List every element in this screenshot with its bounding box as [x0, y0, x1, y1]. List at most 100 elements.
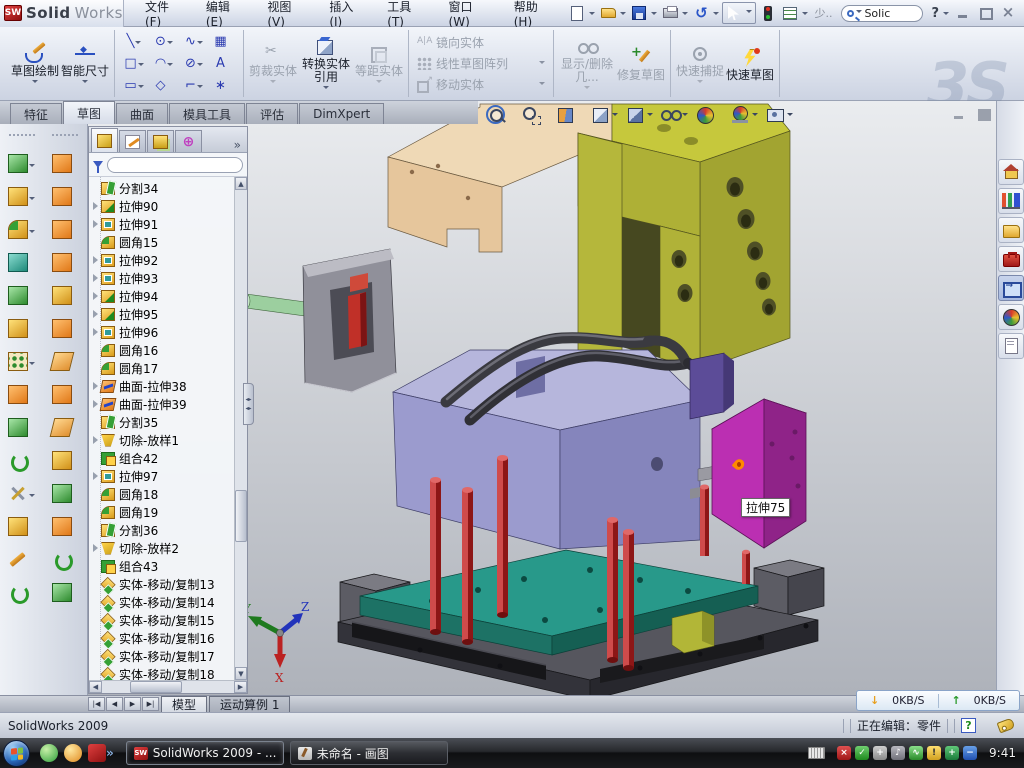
mirror-feature-icon[interactable]: [8, 416, 35, 438]
expand-arrow-icon[interactable]: [93, 472, 98, 480]
custom-properties-icon[interactable]: [998, 333, 1024, 359]
dropdown-icon[interactable]: [647, 113, 653, 119]
repair-sketch-button[interactable]: 修复草图: [616, 46, 666, 82]
wrap-icon[interactable]: [8, 383, 35, 405]
select-arrow-icon[interactable]: [723, 3, 743, 23]
quick-tips-icon[interactable]: ?: [961, 718, 976, 733]
tree-vertical-scrollbar[interactable]: ▲ ▼: [234, 177, 247, 680]
fillet-icon[interactable]: [8, 218, 35, 240]
lofted-boss-icon[interactable]: [52, 251, 79, 273]
curve-icon[interactable]: [8, 449, 35, 471]
shield-plus-icon[interactable]: +: [945, 746, 959, 760]
selection-frame-icon[interactable]: ▦: [209, 31, 239, 53]
doc-minimize-button[interactable]: [952, 107, 968, 121]
linear-pattern-icon[interactable]: [8, 350, 35, 372]
dropdown-icon[interactable]: [29, 197, 35, 203]
menu-item[interactable]: 编辑(E): [193, 0, 254, 26]
dimxpert-manager-tab[interactable]: ⊕: [175, 130, 202, 152]
start-button[interactable]: [3, 740, 30, 767]
dropdown-icon[interactable]: [682, 113, 688, 119]
input-method-keyboard-icon[interactable]: [808, 747, 825, 759]
search-input[interactable]: Solic: [864, 7, 890, 20]
sketch-button[interactable]: 草图绘制: [10, 42, 60, 86]
linear-sketch-pattern-button[interactable]: 线性草图阵列: [417, 54, 545, 73]
freeform-icon[interactable]: [52, 317, 79, 339]
menu-item[interactable]: 插入(I): [316, 0, 374, 26]
tree-item[interactable]: 圆角15: [89, 233, 234, 251]
sketch-pencil-icon[interactable]: [8, 548, 35, 570]
sketch-text-icon[interactable]: A: [209, 53, 239, 75]
extruded-cut-icon[interactable]: [8, 185, 35, 207]
view-settings-icon[interactable]: [766, 105, 793, 124]
view-orientation-icon[interactable]: [591, 105, 618, 124]
sketch-arc-icon[interactable]: ◠: [149, 53, 179, 75]
design-library-icon[interactable]: [998, 217, 1024, 243]
scroll-right-icon[interactable]: ▶: [234, 681, 247, 693]
expand-arrow-icon[interactable]: [93, 328, 98, 336]
expand-arrow-icon[interactable]: [93, 382, 98, 390]
messenger-busy-icon[interactable]: −: [963, 746, 977, 760]
feature-manager-tab[interactable]: [91, 128, 118, 152]
dropdown-icon[interactable]: [167, 41, 173, 47]
dropdown-icon[interactable]: [29, 164, 35, 170]
tree-item[interactable]: 拉伸96: [89, 323, 234, 341]
menu-item[interactable]: 帮助(H): [501, 0, 564, 26]
tree-item[interactable]: 曲面-拉伸38: [89, 377, 234, 395]
extruded-boss-icon[interactable]: [8, 152, 35, 174]
dropdown-icon[interactable]: [539, 82, 545, 88]
command-tab[interactable]: 草图: [63, 101, 115, 124]
sketch-rectangle-icon[interactable]: □: [119, 53, 149, 75]
tree-item[interactable]: 切除-放样2: [89, 539, 234, 557]
dropdown-icon[interactable]: [752, 113, 758, 119]
tree-item[interactable]: 分割34: [89, 179, 234, 197]
dropdown-icon[interactable]: [29, 494, 35, 500]
move-entities-button[interactable]: 移动实体: [417, 75, 545, 94]
print-icon[interactable]: [660, 3, 680, 23]
tree-item[interactable]: 圆角19: [89, 503, 234, 521]
hide-show-items-icon[interactable]: [661, 105, 688, 124]
study-tab[interactable]: 模型: [161, 696, 207, 712]
tree-item[interactable]: 实体-移动/复制13: [89, 575, 234, 593]
dropdown-icon[interactable]: [29, 230, 35, 236]
menu-item[interactable]: 窗口(W): [436, 0, 501, 26]
panel-splitter-handle[interactable]: ◂▸◂▸: [243, 383, 254, 425]
scroll-left-icon[interactable]: ◀: [89, 681, 102, 693]
sketch-circle-icon[interactable]: ⊙: [149, 31, 179, 53]
search-dropdown-icon[interactable]: [856, 10, 862, 16]
sketch-line-icon[interactable]: ╲: [119, 31, 149, 53]
tree-item[interactable]: 分割35: [89, 413, 234, 431]
mirror-entities-button[interactable]: 镜向实体: [417, 33, 545, 52]
tree-item[interactable]: 曲面-拉伸39: [89, 395, 234, 413]
dropdown-icon[interactable]: [612, 113, 618, 119]
tree-item[interactable]: 实体-移动/复制15: [89, 611, 234, 629]
dropdown-icon[interactable]: [539, 61, 545, 67]
antivirus-alert-icon[interactable]: ×: [837, 746, 851, 760]
menu-item[interactable]: 视图(V): [254, 0, 316, 26]
expand-arrow-icon[interactable]: [93, 202, 98, 210]
messenger-icon[interactable]: [40, 744, 58, 762]
addin-button[interactable]: 少..: [811, 5, 835, 21]
certificate-icon[interactable]: +: [873, 746, 887, 760]
quick-snaps-button[interactable]: 快速捕捉: [675, 42, 725, 86]
tree-item[interactable]: 实体-移动/复制16: [89, 629, 234, 647]
file-explorer-icon[interactable]: [998, 275, 1024, 301]
dropdown-icon[interactable]: [135, 41, 141, 47]
menu-item[interactable]: 工具(T): [374, 0, 435, 26]
tree-item[interactable]: 实体-移动/复制18: [89, 665, 234, 680]
home-icon[interactable]: [998, 159, 1024, 185]
shut-off-surface-icon[interactable]: [52, 383, 79, 405]
dropdown-icon[interactable]: [138, 63, 144, 69]
sketch-polygon-icon[interactable]: ◇: [149, 75, 179, 97]
property-manager-tab[interactable]: [119, 130, 146, 152]
task-button[interactable]: SW SolidWorks 2009 - ...: [126, 741, 284, 765]
command-tab[interactable]: 特征: [10, 103, 62, 124]
help-button[interactable]: ?: [929, 6, 941, 21]
mold-sketch-icon[interactable]: [52, 581, 79, 603]
tree-item[interactable]: 拉伸94: [89, 287, 234, 305]
rib-icon[interactable]: [8, 284, 35, 306]
scroll-thumb[interactable]: [235, 490, 247, 542]
parting-line-icon[interactable]: [52, 350, 79, 372]
tree-item[interactable]: 拉伸95: [89, 305, 234, 323]
command-tab[interactable]: 曲面: [116, 103, 168, 124]
sketch-slot-icon[interactable]: ▭: [119, 75, 149, 97]
